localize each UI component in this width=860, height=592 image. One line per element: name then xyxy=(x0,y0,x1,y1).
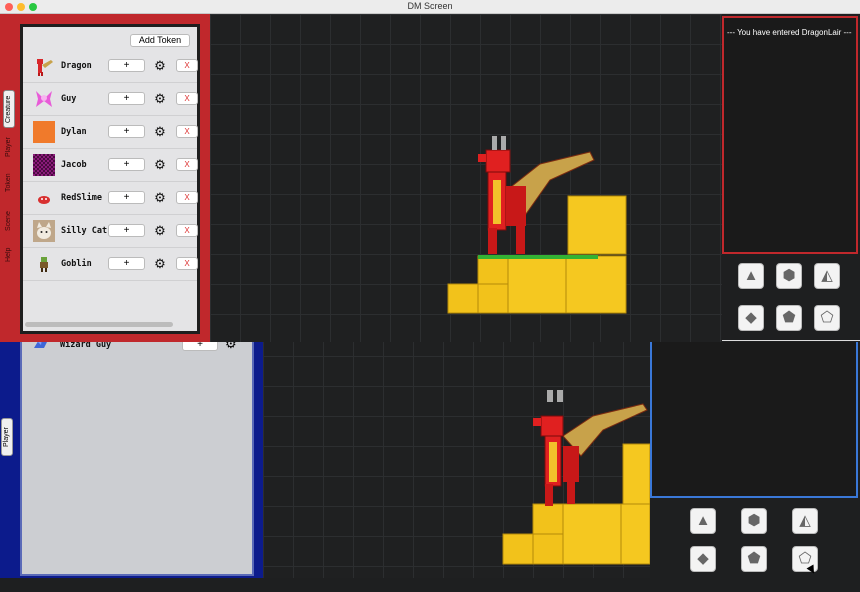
token-name: Silly Cat xyxy=(61,226,108,236)
delete-token-button[interactable]: X xyxy=(176,59,198,72)
gear-icon[interactable]: ⚙ xyxy=(152,58,168,74)
d12-icon[interactable]: ⬟ xyxy=(776,305,802,331)
gear-icon[interactable]: ⚙ xyxy=(152,256,168,272)
goblin-icon xyxy=(33,253,55,275)
player-token-list: Wizard Guy + ⚙ xyxy=(20,326,254,576)
delete-token-button[interactable]: X xyxy=(176,257,198,270)
add-to-map-button[interactable]: + xyxy=(108,191,145,204)
player-d8-icon[interactable]: ◭ xyxy=(792,508,818,534)
token-row-dragon[interactable]: Dragon + ⚙ X xyxy=(23,50,198,83)
player-d12-icon[interactable]: ⬟ xyxy=(741,546,767,572)
add-to-map-button[interactable]: + xyxy=(108,158,145,171)
gear-icon[interactable]: ⚙ xyxy=(152,157,168,173)
delete-token-button[interactable]: X xyxy=(176,191,198,204)
d8-icon[interactable]: ◭ xyxy=(814,263,840,289)
tab-scene[interactable]: Scene xyxy=(3,206,15,236)
dm-chat-log[interactable]: --- You have entered DragonLair --- xyxy=(722,16,858,254)
add-to-map-button[interactable]: + xyxy=(108,257,145,270)
add-to-map-button[interactable]: + xyxy=(108,224,145,237)
gear-icon[interactable]: ⚙ xyxy=(152,223,168,239)
window-titlebar: DM Screen xyxy=(0,0,860,14)
health-bar xyxy=(478,255,598,259)
pink-figure-icon xyxy=(33,88,55,110)
gear-icon[interactable]: ⚙ xyxy=(152,91,168,107)
player-tab-player[interactable]: Player xyxy=(1,418,13,456)
gear-icon[interactable]: ⚙ xyxy=(152,190,168,206)
tab-player[interactable]: Player xyxy=(3,132,15,162)
token-name: Dylan xyxy=(61,127,87,137)
player-side-tabs: Player xyxy=(0,326,14,578)
delete-token-button[interactable]: X xyxy=(176,158,198,171)
gear-icon[interactable]: ⚙ xyxy=(152,124,168,140)
horizontal-scrollbar[interactable] xyxy=(25,322,173,327)
divider xyxy=(722,340,860,341)
delete-token-button[interactable]: X xyxy=(176,224,198,237)
cat-photo-icon xyxy=(33,220,55,242)
token-row-redslime[interactable]: RedSlime + ⚙ X xyxy=(23,182,198,215)
token-row-guy[interactable]: Guy + ⚙ X xyxy=(23,83,198,116)
red-slime-icon xyxy=(33,187,55,209)
delete-token-button[interactable]: X xyxy=(176,92,198,105)
token-name: Goblin xyxy=(61,259,92,269)
chat-message: --- You have entered DragonLair --- xyxy=(727,28,852,37)
add-to-map-button[interactable]: + xyxy=(108,125,145,138)
player-map-canvas[interactable] xyxy=(263,326,650,578)
orange-square-icon xyxy=(33,121,55,143)
token-name: RedSlime xyxy=(61,193,102,203)
purple-checker-icon xyxy=(33,154,55,176)
d6-icon[interactable]: ⬢ xyxy=(776,263,802,289)
player-d6-icon[interactable]: ⬢ xyxy=(741,508,767,534)
player-d10-icon[interactable]: ◆ xyxy=(690,546,716,572)
dm-map-scene xyxy=(447,136,627,314)
token-row-silly-cat[interactable]: Silly Cat + ⚙ X xyxy=(23,215,198,248)
gold-blocks xyxy=(447,195,627,314)
player-d4-icon[interactable]: ▲ xyxy=(690,508,716,534)
player-map-scene xyxy=(502,390,650,565)
tab-creature[interactable]: Creature xyxy=(3,90,15,128)
token-panel: Add Token Dragon + ⚙ X Guy + ⚙ X Dylan +… xyxy=(20,24,200,334)
d4-icon[interactable]: ▲ xyxy=(738,263,764,289)
player-dice-panel: ▲ ⬢ ◭ ◆ ⬟ ⬠ xyxy=(650,500,860,578)
dragon-icon xyxy=(33,55,55,77)
player-chat-log[interactable] xyxy=(650,326,858,498)
tab-token[interactable]: Token xyxy=(3,168,15,198)
tab-help[interactable]: Help xyxy=(3,242,15,268)
dm-map-canvas[interactable] xyxy=(210,14,722,342)
d20-icon[interactable]: ⬠ xyxy=(814,305,840,331)
delete-token-button[interactable]: X xyxy=(176,125,198,138)
token-row-dylan[interactable]: Dylan + ⚙ X xyxy=(23,116,198,149)
token-name: Jacob xyxy=(61,160,87,170)
token-row-jacob[interactable]: Jacob + ⚙ X xyxy=(23,149,198,182)
token-name: Dragon xyxy=(61,61,92,71)
add-to-map-button[interactable]: + xyxy=(108,92,145,105)
token-row-goblin[interactable]: Goblin + ⚙ X xyxy=(23,248,198,281)
add-to-map-button[interactable]: + xyxy=(108,59,145,72)
dm-side-tabs: Creature Player Token Scene Help xyxy=(2,14,16,334)
token-name: Guy xyxy=(61,94,77,104)
window-title: DM Screen xyxy=(407,1,453,11)
add-token-button[interactable]: Add Token xyxy=(130,34,190,47)
d10-icon[interactable]: ◆ xyxy=(738,305,764,331)
